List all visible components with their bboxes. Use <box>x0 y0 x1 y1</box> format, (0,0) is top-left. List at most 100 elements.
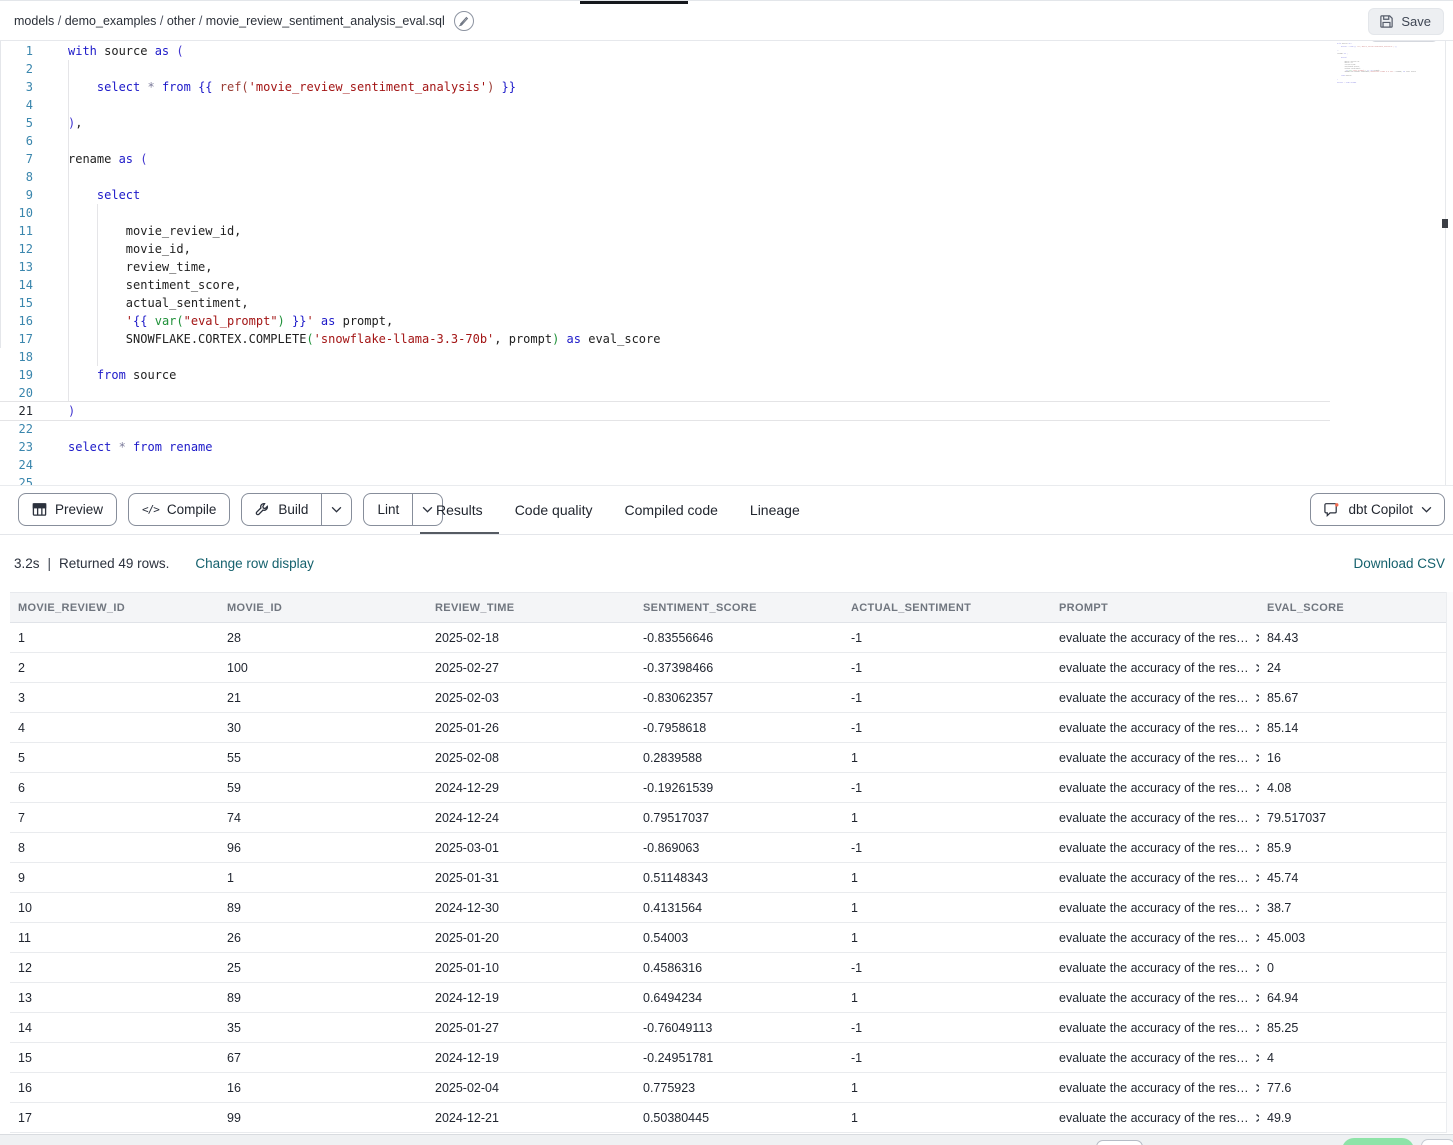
cell-sentiment_score: -0.869063 <box>635 841 843 855</box>
dbt-ide-window: models / demo_examples / other / movie_r… <box>0 0 1453 1145</box>
code-line[interactable]: '{{ var("eval_prompt") }}' as prompt, <box>0 312 1453 330</box>
breadcrumb-item: movie_review_sentiment_analysis_eval.sql <box>206 14 445 28</box>
breadcrumb-item[interactable]: demo_examples <box>65 14 157 28</box>
code-line[interactable]: ) <box>0 402 1330 420</box>
code-line[interactable] <box>0 456 1453 474</box>
cell-movie_id: 96 <box>219 841 427 855</box>
cell-sentiment_score: 0.6494234 <box>635 991 843 1005</box>
cell-movie_id: 1 <box>219 871 427 885</box>
bottom-ghost-button[interactable] <box>1096 1140 1143 1145</box>
change-row-display-link[interactable]: Change row display <box>195 556 314 571</box>
code-line[interactable]: movie_id, <box>0 240 1453 258</box>
cell-prompt: evaluate the accuracy of the res… <box>1051 721 1259 735</box>
code-line[interactable]: select <box>0 186 1453 204</box>
download-csv-link[interactable]: Download CSV <box>1353 556 1445 571</box>
tab-compiled-code[interactable]: Compiled code <box>609 486 734 534</box>
bottom-green-pill-button[interactable] <box>1342 1138 1414 1145</box>
cell-prompt: evaluate the accuracy of the res… <box>1051 961 1259 975</box>
results-table: MOVIE_REVIEW_IDMOVIE_IDREVIEW_TIMESENTIM… <box>10 592 1446 1133</box>
cell-movie_review_id: 14 <box>10 1021 219 1035</box>
prompt-preview-text: evaluate the accuracy of the res… <box>1059 661 1249 675</box>
editor-scrollbar-thumb[interactable] <box>1442 219 1448 228</box>
prompt-preview-text: evaluate the accuracy of the res… <box>1059 751 1249 765</box>
code-line[interactable]: movie_review_id, <box>0 222 1453 240</box>
bottom-white-button[interactable] <box>1421 1139 1453 1145</box>
cell-actual_sentiment: 1 <box>843 1081 1051 1095</box>
editor-minimap[interactable]: with source as ( select * from {{ ref('m… <box>1337 42 1433 94</box>
cell-movie_id: 67 <box>219 1051 427 1065</box>
cell-movie_id: 26 <box>219 931 427 945</box>
cell-prompt: evaluate the accuracy of the res… <box>1051 991 1259 1005</box>
code-line[interactable] <box>0 96 1453 114</box>
cell-review_time: 2024-12-30 <box>427 901 635 915</box>
cell-review_time: 2025-02-18 <box>427 631 635 645</box>
table-row: 5552025-02-080.28395881evaluate the accu… <box>10 743 1446 773</box>
cell-movie_review_id: 9 <box>10 871 219 885</box>
cell-movie_review_id: 8 <box>10 841 219 855</box>
tab-lineage[interactable]: Lineage <box>734 486 816 534</box>
cell-sentiment_score: 0.4131564 <box>635 901 843 915</box>
summary-divider: | <box>48 556 52 571</box>
cell-review_time: 2025-02-27 <box>427 661 635 675</box>
cell-movie_review_id: 13 <box>10 991 219 1005</box>
breadcrumb-separator: / <box>156 14 166 28</box>
code-line[interactable]: with source as ( <box>0 42 1453 60</box>
cell-actual_sentiment: -1 <box>843 841 1051 855</box>
build-dropdown-chevron[interactable] <box>321 494 351 525</box>
code-line[interactable]: sentiment_score, <box>0 276 1453 294</box>
table-row: 4302025-01-26-0.7958618-1evaluate the ac… <box>10 713 1446 743</box>
tab-results[interactable]: Results <box>420 486 499 534</box>
code-area[interactable]: with source as ( select * from {{ ref('m… <box>0 42 1453 486</box>
code-line[interactable]: rename as ( <box>0 150 1453 168</box>
table-row: 13892024-12-190.64942341evaluate the acc… <box>10 983 1446 1013</box>
code-line[interactable] <box>0 384 1453 402</box>
breadcrumb-item[interactable]: other <box>167 14 196 28</box>
cell-movie_review_id: 16 <box>10 1081 219 1095</box>
cell-actual_sentiment: 1 <box>843 1111 1051 1125</box>
tab-code-quality[interactable]: Code quality <box>499 486 609 534</box>
preview-label: Preview <box>55 502 103 517</box>
column-header-movie_review_id: MOVIE_REVIEW_ID <box>10 602 219 614</box>
table-row: 16162025-02-040.7759231evaluate the accu… <box>10 1073 1446 1103</box>
build-button[interactable]: Build <box>241 493 352 526</box>
table-row: 10892024-12-300.41315641evaluate the acc… <box>10 893 1446 923</box>
cell-sentiment_score: -0.83556646 <box>635 631 843 645</box>
code-line[interactable] <box>0 204 1453 222</box>
code-line[interactable]: review_time, <box>0 258 1453 276</box>
code-line[interactable] <box>0 60 1453 78</box>
cell-movie_review_id: 2 <box>10 661 219 675</box>
code-line[interactable]: select * from {{ ref('movie_review_senti… <box>0 78 1453 96</box>
compile-button[interactable]: </> Compile <box>128 493 230 526</box>
code-line[interactable] <box>0 168 1453 186</box>
preview-button[interactable]: Preview <box>18 493 117 526</box>
code-line[interactable]: SNOWFLAKE.CORTEX.COMPLETE('snowflake-lla… <box>0 330 1453 348</box>
code-line[interactable] <box>0 420 1453 438</box>
breadcrumb-item[interactable]: models <box>14 14 54 28</box>
cell-sentiment_score: 0.79517037 <box>635 811 843 825</box>
code-line[interactable] <box>0 132 1453 150</box>
prompt-preview-text: evaluate the accuracy of the res… <box>1059 691 1249 705</box>
code-line[interactable]: select * from rename <box>0 438 1453 456</box>
code-line[interactable] <box>0 348 1453 366</box>
save-button[interactable]: Save <box>1368 8 1444 35</box>
cell-actual_sentiment: 1 <box>843 751 1051 765</box>
table-scrollbar-track[interactable] <box>1446 592 1453 1133</box>
cell-prompt: evaluate the accuracy of the res… <box>1051 1111 1259 1125</box>
cell-review_time: 2025-01-27 <box>427 1021 635 1035</box>
cell-eval_score: 49.9 <box>1259 1111 1446 1125</box>
code-line[interactable]: ), <box>0 114 1453 132</box>
format-file-icon[interactable] <box>454 11 474 31</box>
dbt-copilot-button[interactable]: dbt Copilot <box>1310 493 1445 526</box>
cell-sentiment_score: 0.775923 <box>635 1081 843 1095</box>
cell-eval_score: 64.94 <box>1259 991 1446 1005</box>
top-tab-indicator <box>580 1 688 4</box>
cell-eval_score: 85.9 <box>1259 841 1446 855</box>
cell-prompt: evaluate the accuracy of the res… <box>1051 751 1259 765</box>
prompt-preview-text: evaluate the accuracy of the res… <box>1059 631 1249 645</box>
sql-editor[interactable]: 1234567891011121314151617181920212223242… <box>0 41 1453 486</box>
code-line[interactable]: actual_sentiment, <box>0 294 1453 312</box>
code-line[interactable]: from source <box>0 366 1453 384</box>
cell-sentiment_score: 0.2839588 <box>635 751 843 765</box>
cell-eval_score: 85.67 <box>1259 691 1446 705</box>
prompt-preview-text: evaluate the accuracy of the res… <box>1059 961 1249 975</box>
